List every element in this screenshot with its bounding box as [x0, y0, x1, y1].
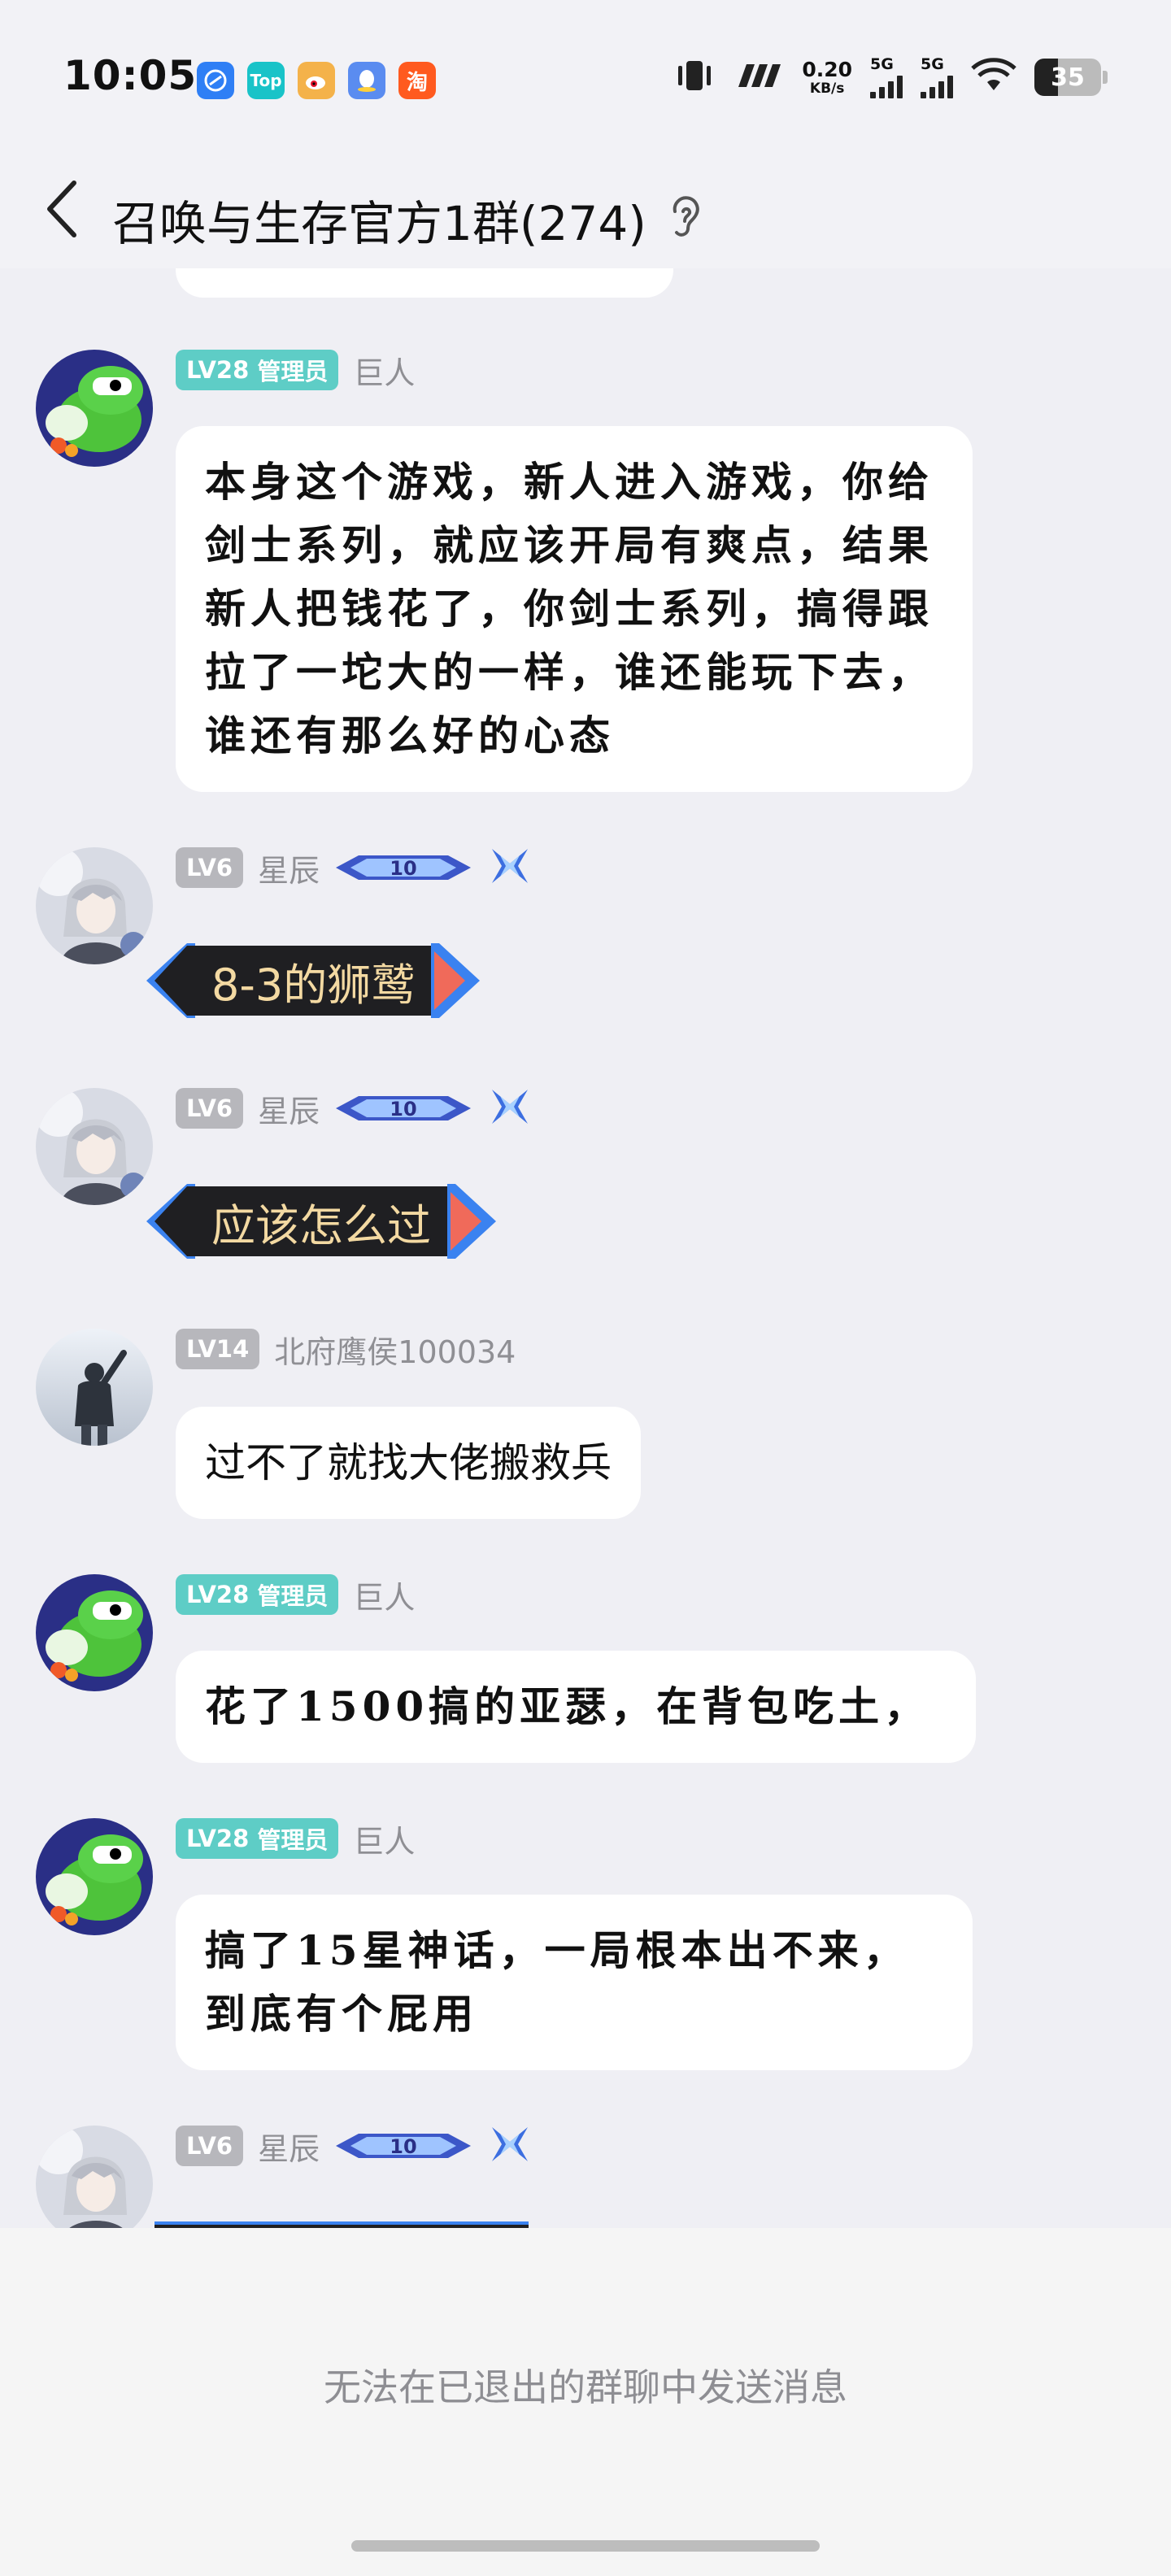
signal-sim2-icon: 5G [921, 56, 953, 98]
banner-edge-right [447, 1184, 496, 1259]
message-meta: LV6 星辰 10 [176, 2124, 533, 2169]
network-speed: 0.20 KB/s [802, 57, 852, 97]
sender-name[interactable]: 星辰 [258, 1086, 320, 1131]
vibrate-icon [672, 58, 717, 97]
level-badge: LV28 管理员 [176, 1818, 339, 1859]
message-meta: LV14 北府鹰侯100034 [176, 1327, 516, 1372]
sender-name[interactable]: 北府鹰侯100034 [274, 1327, 516, 1372]
level-badge: LV6 [176, 1088, 244, 1129]
banner-message-partial[interactable] [155, 2221, 529, 2228]
x-badge-icon [487, 1086, 533, 1130]
level-badge: LV14 [176, 1329, 260, 1369]
green-dino-avatar[interactable] [36, 1574, 153, 1691]
message-bubble[interactable]: 本身这个游戏，新人进入游戏，你给剑士系列，就应该开局有爽点，结果新人把钱花了，你… [176, 426, 973, 792]
message-bubble[interactable]: 花了1500搞的亚瑟，在背包吃土， [176, 1651, 976, 1763]
home-indicator[interactable] [351, 2540, 820, 2552]
sender-name[interactable]: 星辰 [258, 846, 320, 890]
previous-message-fragment [176, 268, 673, 298]
svg-text:10: 10 [390, 1098, 416, 1120]
message-meta: LV28 管理员 巨人 [176, 1817, 415, 1861]
group-title[interactable]: 召唤与生存官方1群(274) [112, 185, 646, 254]
browser-app-icon [197, 62, 234, 99]
message-meta: LV6 星辰 10 [176, 1088, 533, 1129]
battery-icon: 35 [1034, 59, 1101, 96]
banner-text: 应该怎么过 [155, 1186, 488, 1256]
message-bubble[interactable]: 过不了就找大佬搬救兵 [176, 1407, 641, 1519]
message-bubble[interactable]: 搞了15星神话，一局根本出不来，到底有个屁用 [176, 1895, 973, 2070]
rank-badge-icon: 10 [334, 847, 472, 888]
sender-name[interactable]: 星辰 [258, 2124, 320, 2169]
exited-group-notice: 无法在已退出的群聊中发送消息 [324, 2365, 847, 2409]
message-meta: LV6 星辰 10 [176, 846, 533, 890]
level-badge: LV28 管理员 [176, 1574, 339, 1615]
man-backview-avatar[interactable] [36, 1329, 153, 1446]
wifi-icon [971, 58, 1016, 97]
svg-text:10: 10 [390, 2135, 416, 2158]
message-meta: LV28 管理员 巨人 [176, 348, 415, 393]
anime-boy-avatar[interactable] [36, 2126, 153, 2228]
anime-boy-avatar[interactable] [36, 1088, 153, 1205]
chat-header: 召唤与生存官方1群(274) [0, 154, 1171, 268]
input-area: 无法在已退出的群聊中发送消息 [0, 2228, 1171, 2576]
clock: 10:05 [63, 52, 198, 99]
message-list[interactable]: LV28 管理员 巨人 本身这个游戏，新人进入游戏，你给剑士系列，就应该开局有爽… [0, 268, 1171, 2228]
battery-tip [1103, 71, 1108, 84]
x-badge-icon [487, 2124, 533, 2168]
svg-text:10: 10 [390, 857, 416, 880]
toptop-app-icon: Top [247, 62, 285, 99]
signal-sim1-icon: 5G [870, 56, 903, 98]
sender-name[interactable]: 巨人 [353, 348, 415, 393]
nfc-icon [735, 61, 784, 94]
status-bar: 10:05 Top 淘 0.20 KB/s 5G 5G 35 [0, 0, 1171, 154]
green-dino-avatar[interactable] [36, 1818, 153, 1935]
weibo-app-icon [298, 62, 335, 99]
banner-message[interactable]: 8-3的狮鹫 [146, 943, 481, 1018]
banner-text: 8-3的狮鹫 [155, 946, 472, 1016]
anime-boy-avatar[interactable] [36, 847, 153, 964]
green-dino-avatar[interactable] [36, 350, 153, 467]
rank-badge-icon: 10 [334, 2126, 472, 2166]
sender-name[interactable]: 巨人 [353, 1573, 415, 1617]
qq-app-icon [348, 62, 385, 99]
rank-badge-icon: 10 [334, 1088, 472, 1129]
ear-mode-icon[interactable] [665, 194, 706, 242]
x-badge-icon [487, 846, 533, 890]
back-button[interactable] [33, 172, 89, 246]
level-badge: LV6 [176, 2126, 244, 2166]
taobao-app-icon: 淘 [398, 62, 436, 99]
message-meta: LV28 管理员 巨人 [176, 1573, 415, 1617]
chevron-left-icon [47, 181, 76, 237]
banner-edge-right [431, 943, 481, 1018]
sender-name[interactable]: 巨人 [353, 1817, 415, 1861]
banner-message[interactable]: 应该怎么过 [146, 1184, 496, 1259]
level-badge: LV6 [176, 847, 244, 888]
level-badge: LV28 管理员 [176, 350, 339, 390]
